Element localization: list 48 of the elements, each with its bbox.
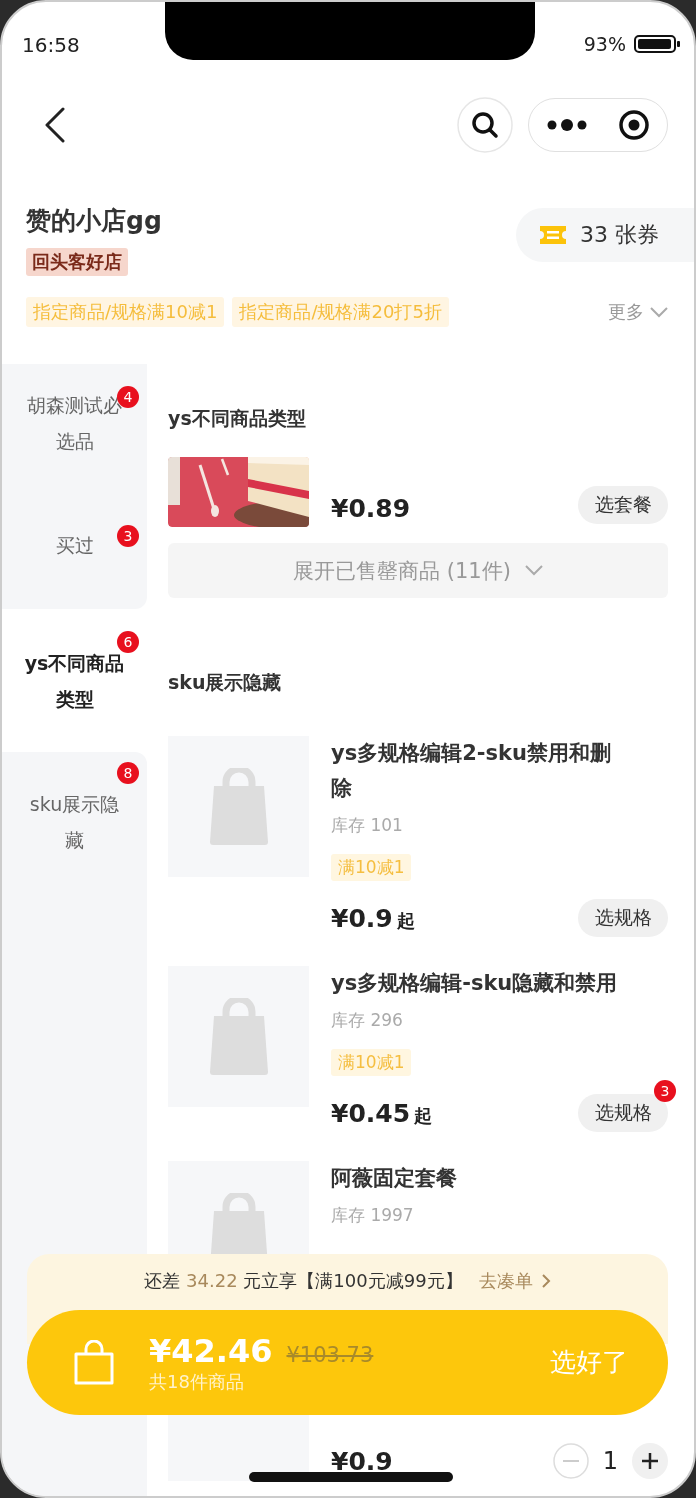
option-button[interactable]: 选规格 [578,899,668,937]
status-time: 16:58 [22,33,80,57]
bag-icon [207,767,270,846]
quantity: 1 [602,1447,618,1475]
back-icon[interactable] [44,107,66,143]
product-title: 阿薇固定套餐 [331,1165,458,1192]
coupon-button[interactable]: 33 张券 [516,208,694,262]
cart-total: ¥42.46 [149,1331,273,1370]
battery-percent: 93% [583,33,626,55]
count-badge: 3 [117,525,139,547]
category-item[interactable]: sku展示隐藏 8 [2,752,147,872]
discount-tag: 满10减1 [331,854,412,881]
shop-badge: 回头客好店 [26,248,128,276]
item-count: 共18件商品 [149,1369,245,1394]
option-button[interactable]: 选套餐 [578,486,668,524]
promo-tag: 指定商品/规格满20打5折 [232,297,449,327]
section-title: sku展示隐藏 [168,670,283,695]
more-link[interactable]: 更多 [608,300,668,324]
count-badge: 3 [654,1080,676,1102]
price: ¥0.89 [331,494,411,523]
chevron-down-icon [650,306,668,318]
price: ¥0.9 [331,1446,393,1476]
product-title: ys多规格编辑2-sku禁用和删除 [331,740,612,802]
count-badge: 8 [117,762,139,784]
battery-icon [634,35,680,53]
product-title: ys多规格编辑-sku隐藏和禁用 [331,970,619,997]
discount-message: 还差 34.22 元立享【满100元减99元】 [144,1269,463,1293]
search-icon[interactable] [457,97,513,153]
ticket-icon [538,224,568,246]
stock-text: 库存 296 [331,1009,404,1032]
price: ¥0.9 起 [331,903,415,933]
shop-name: 赞的小店gg [26,205,162,237]
section-title: ys不同商品类型 [168,406,307,431]
add-more-link[interactable]: 去凑单 [478,1269,551,1293]
stock-text: 库存 101 [331,814,404,837]
bag-icon [207,997,270,1076]
chevron-right-icon [540,1273,551,1289]
plus-button[interactable] [632,1443,668,1479]
stock-text: 库存 1997 [331,1204,415,1227]
original-price: ¥103.73 [286,1342,374,1367]
count-badge: 6 [117,631,139,653]
discount-tag: 满10减1 [331,1049,412,1076]
target-icon[interactable] [617,109,650,141]
promo-tag: 指定商品/规格满10减1 [26,297,225,327]
category-item[interactable]: 买过 3 [2,481,147,609]
more-icon[interactable] [546,118,589,132]
price: ¥0.45 起 [331,1098,433,1128]
chevron-down-icon [524,565,543,576]
